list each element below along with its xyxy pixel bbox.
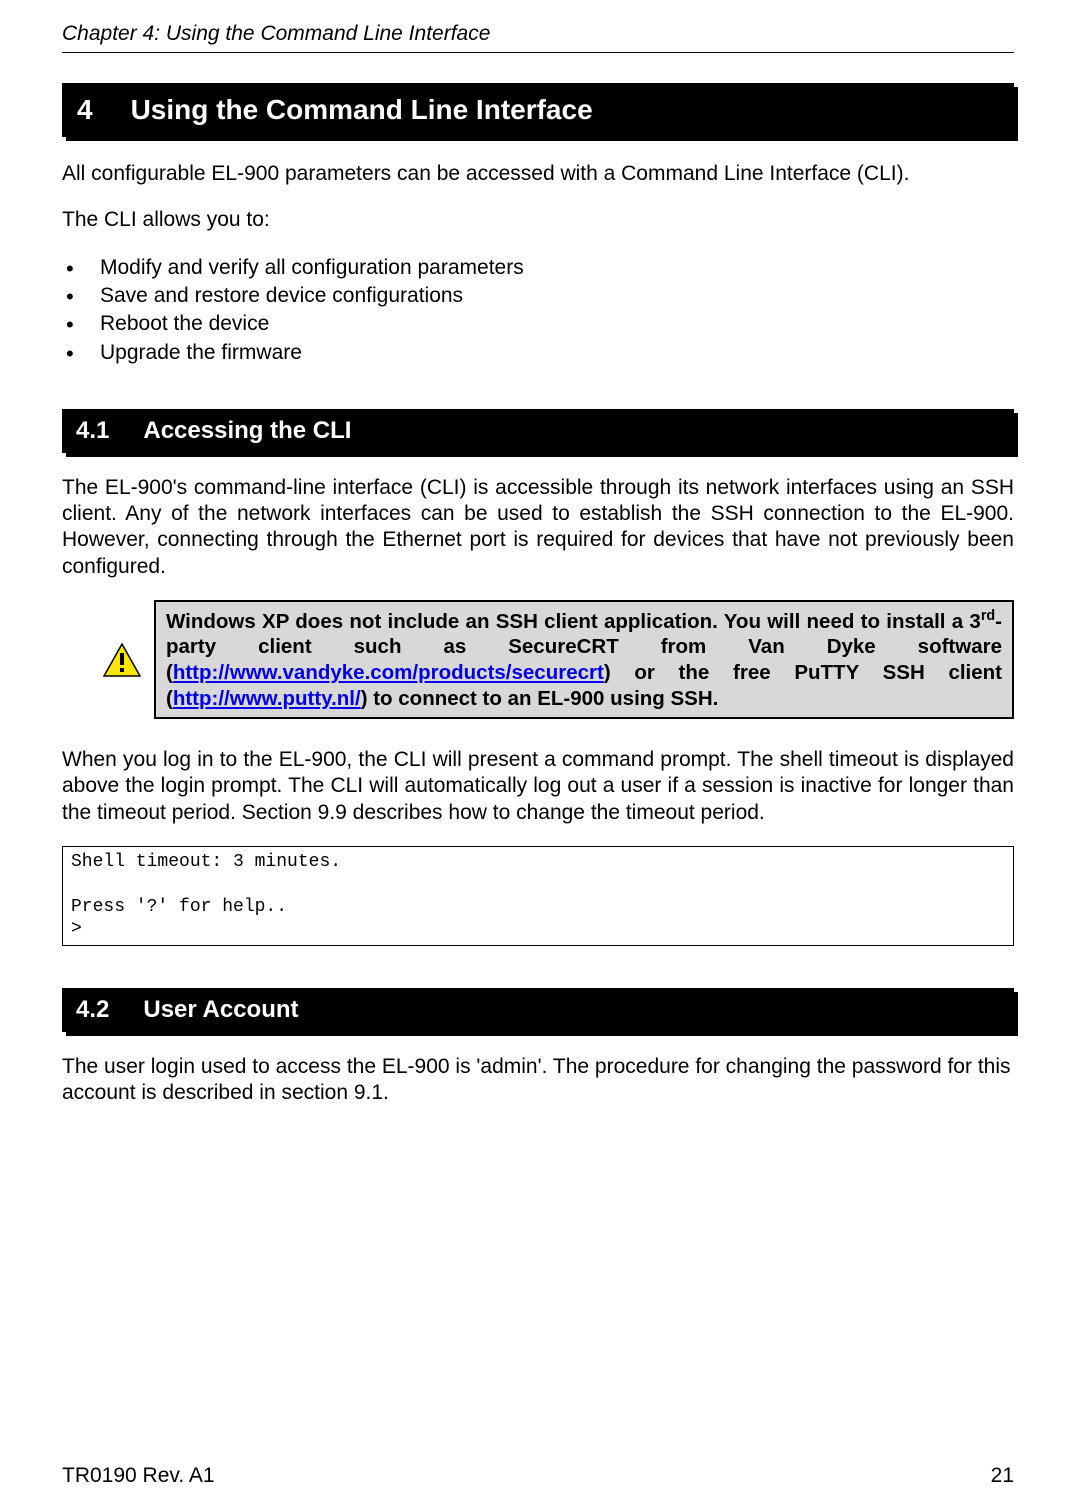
section-4-1-heading: 4.1 Accessing the CLI	[62, 409, 1014, 453]
chapter-header: Chapter 4: Using the Command Line Interf…	[62, 22, 1014, 46]
section-4-heading: 4 Using the Command Line Interface	[62, 83, 1014, 137]
callout-text: Windows XP does not include an SSH clien…	[166, 610, 981, 633]
footer-page-number: 21	[991, 1464, 1014, 1488]
bullet-item: Reboot the device	[62, 310, 1014, 338]
header-rule	[62, 52, 1014, 53]
section-4-intro-1: All configurable EL-900 parameters can b…	[62, 161, 1014, 187]
section-4-1-p1: The EL-900's command-line interface (CLI…	[62, 475, 1014, 580]
section-4-title: Using the Command Line Interface	[131, 94, 593, 125]
warning-icon	[98, 600, 146, 719]
footer-rev: TR0190 Rev. A1	[62, 1464, 215, 1488]
callout-sup: rd	[981, 608, 995, 624]
section-4-2-title: User Account	[143, 996, 298, 1023]
section-4-1-number: 4.1	[76, 417, 109, 445]
link-putty[interactable]: http://www.putty.nl/	[173, 687, 361, 710]
page-footer: TR0190 Rev. A1 21	[62, 1464, 1014, 1488]
cli-output-box: Shell timeout: 3 minutes. Press '?' for …	[62, 846, 1014, 946]
section-4-number: 4	[77, 94, 93, 126]
link-vandyke[interactable]: http://www.vandyke.com/products/securecr…	[173, 661, 604, 684]
section-4-2-heading: 4.2 User Account	[62, 988, 1014, 1032]
section-4-2-number: 4.2	[76, 996, 109, 1024]
section-4-bullet-list: Modify and verify all configuration para…	[62, 254, 1014, 367]
warning-text: Windows XP does not include an SSH clien…	[154, 600, 1014, 719]
section-4-2-p1: The user login used to access the EL-900…	[62, 1054, 1014, 1107]
section-4-intro-2: The CLI allows you to:	[62, 207, 1014, 233]
section-4-1-title: Accessing the CLI	[143, 417, 351, 444]
section-4-1-p2: When you log in to the EL-900, the CLI w…	[62, 747, 1014, 826]
bullet-item: Save and restore device configurations	[62, 282, 1014, 310]
warning-callout: Windows XP does not include an SSH clien…	[98, 600, 1014, 719]
bullet-item: Upgrade the firmware	[62, 339, 1014, 367]
callout-text: ) to connect to an EL-900 using SSH.	[361, 687, 719, 710]
bullet-item: Modify and verify all configuration para…	[62, 254, 1014, 282]
